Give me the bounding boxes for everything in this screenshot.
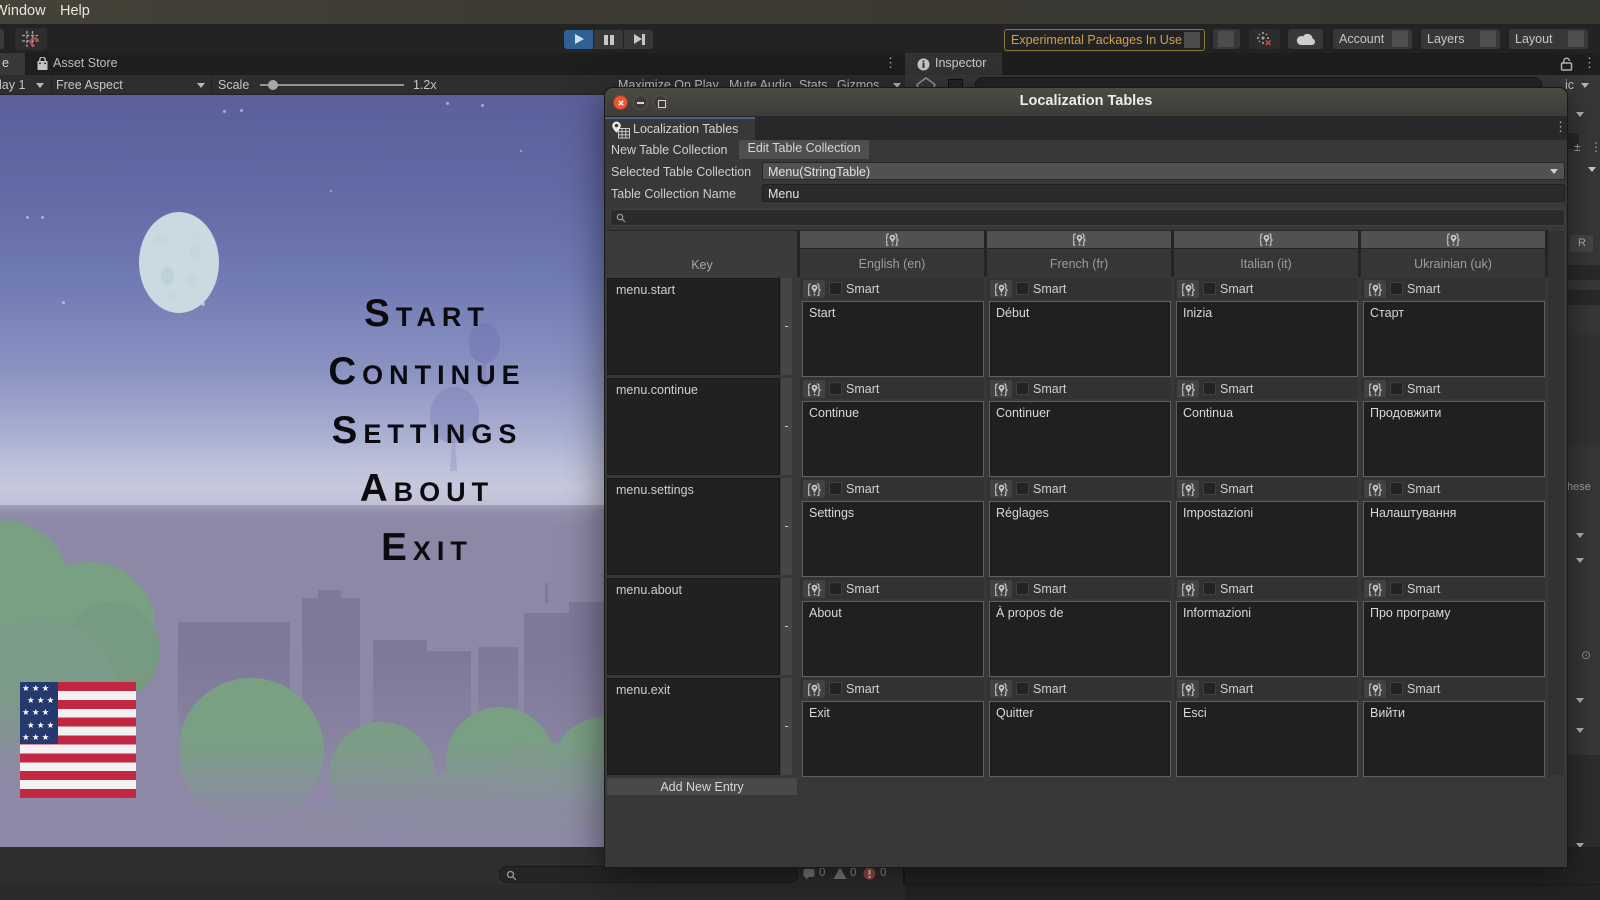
svg-text:}: } [1003, 582, 1008, 596]
svg-text:{: { [1369, 582, 1373, 596]
svg-text:{: { [808, 582, 812, 596]
svg-text:{: { [1073, 232, 1077, 246]
svg-text:}: } [1190, 382, 1195, 396]
svg-text:{: { [995, 582, 999, 596]
svg-text:{: { [1182, 282, 1186, 296]
svg-text:}: } [816, 682, 821, 696]
svg-text:{: { [1369, 482, 1373, 496]
svg-text:{: { [995, 382, 999, 396]
svg-text:{: { [1182, 682, 1186, 696]
svg-text:{: { [995, 482, 999, 496]
svg-text:{: { [995, 682, 999, 696]
svg-text:{: { [1182, 382, 1186, 396]
svg-text:{: { [1369, 282, 1373, 296]
svg-text:}: } [1003, 682, 1008, 696]
svg-text:{: { [808, 682, 812, 696]
svg-text:{: { [1182, 582, 1186, 596]
svg-text:{: { [995, 282, 999, 296]
svg-text:{: { [1369, 382, 1373, 396]
svg-text:}: } [1190, 482, 1195, 496]
svg-text:{: { [1182, 482, 1186, 496]
svg-text:}: } [1377, 682, 1382, 696]
svg-text:{: { [886, 232, 890, 246]
svg-text:}: } [816, 482, 821, 496]
svg-text:}: } [1003, 482, 1008, 496]
svg-text:}: } [1456, 232, 1461, 246]
svg-text:}: } [1003, 282, 1008, 296]
svg-text:}: } [1377, 382, 1382, 396]
svg-text:}: } [1082, 232, 1087, 246]
svg-text:{: { [1447, 232, 1451, 246]
svg-text:}: } [816, 582, 821, 596]
svg-text:}: } [1377, 482, 1382, 496]
svg-text:{: { [1369, 682, 1373, 696]
svg-text:}: } [1269, 232, 1274, 246]
svg-text:}: } [1377, 282, 1382, 296]
svg-text:{: { [1260, 232, 1264, 246]
svg-text:{: { [808, 282, 812, 296]
svg-text:{: { [808, 382, 812, 396]
svg-text:}: } [1190, 682, 1195, 696]
svg-text:}: } [1190, 582, 1195, 596]
svg-text:}: } [816, 382, 821, 396]
svg-text:{: { [808, 482, 812, 496]
svg-text:}: } [895, 232, 900, 246]
svg-text:}: } [816, 282, 821, 296]
svg-text:}: } [1190, 282, 1195, 296]
svg-text:}: } [1003, 382, 1008, 396]
svg-text:}: } [1377, 582, 1382, 596]
